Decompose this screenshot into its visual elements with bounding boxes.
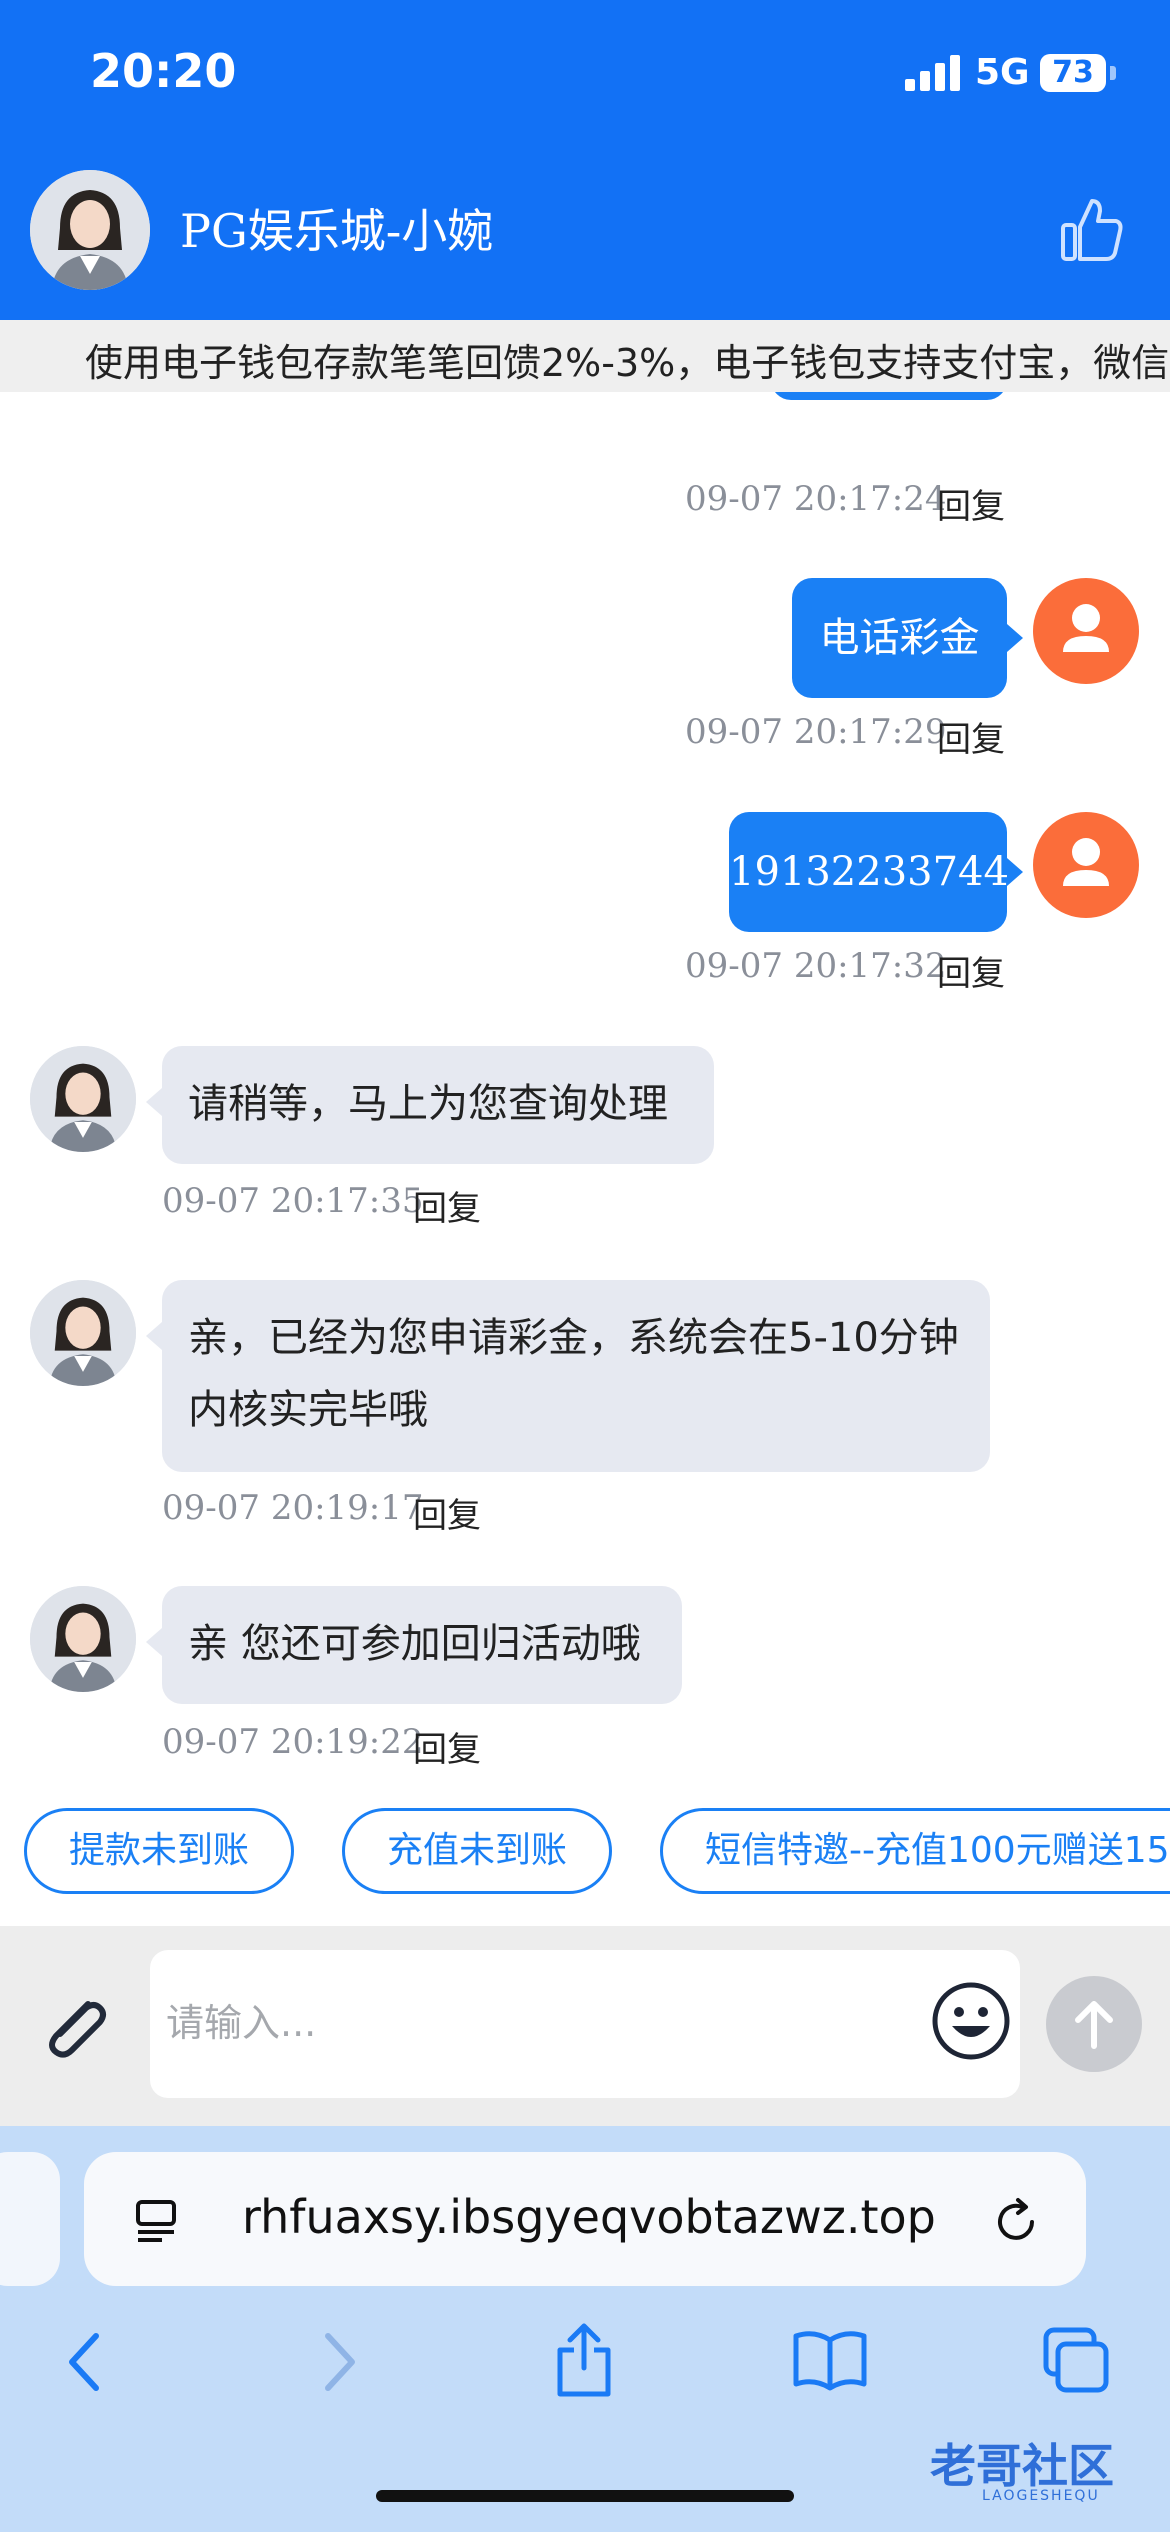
message-bubble-outgoing: 19132233744 (729, 812, 1009, 932)
agent-avatar-small (30, 1046, 136, 1152)
tabs-icon[interactable] (1040, 2326, 1112, 2396)
watermark-logo: 老哥社区 (930, 2439, 1114, 2493)
previous-tab[interactable] (0, 2152, 60, 2286)
agent-name: PG娱乐城-小婉 (180, 204, 494, 258)
user-avatar (1033, 578, 1139, 684)
watermark-subtitle: LAOGESHEQU (982, 2488, 1100, 2504)
bubble-tail (146, 1322, 162, 1350)
quick-reply-withdraw[interactable]: 提款未到账 (24, 1808, 294, 1894)
bubble-tail (146, 1088, 162, 1116)
chat-messages[interactable]: 228578362 09-07 20:17:24 回复 电话彩金 09-07 2… (0, 392, 1170, 1774)
message-bubble-incoming: 请稍等，马上为您查询处理 (162, 1046, 714, 1164)
notice-text: 使用电子钱包存款笔笔回馈2%-3%，电子钱包支持支付宝，微信 (85, 341, 1170, 385)
message-time: 09-07 20:17:29 (685, 712, 947, 752)
quick-reply-deposit[interactable]: 充值未到账 (342, 1808, 612, 1894)
agent-avatar-small (30, 1586, 136, 1692)
agent-avatar-small (30, 1280, 136, 1386)
home-indicator (376, 2490, 794, 2502)
reload-icon[interactable] (992, 2196, 1042, 2246)
message-time: 09-07 20:17:35 (162, 1181, 424, 1221)
back-icon[interactable] (60, 2330, 110, 2394)
user-icon (1063, 604, 1109, 652)
message-time: 09-07 20:17:32 (685, 946, 947, 986)
message-time: 09-07 20:19:17 (162, 1488, 424, 1528)
user-avatar (1033, 812, 1139, 918)
message-time: 09-07 20:17:24 (685, 479, 947, 519)
reply-button[interactable]: 回复 (413, 1722, 481, 1771)
network-label: 5G (975, 52, 1030, 93)
bubble-tail (1007, 624, 1023, 652)
reply-button[interactable]: 回复 (413, 1181, 481, 1230)
message-bubble-outgoing: 228578362 (771, 392, 1007, 400)
reply-button[interactable]: 回复 (937, 712, 1005, 761)
battery-icon: 73 (1040, 54, 1106, 92)
message-bubble-outgoing: 电话彩金 (792, 578, 1007, 698)
user-icon (1063, 838, 1109, 886)
reply-button[interactable]: 回复 (937, 479, 1005, 528)
thumbs-up-icon[interactable] (1060, 195, 1124, 263)
reply-button[interactable]: 回复 (937, 946, 1005, 995)
message-bubble-incoming: 亲 您还可参加回归活动哦 (162, 1586, 682, 1704)
bookmarks-icon[interactable] (792, 2328, 868, 2392)
smiley-icon[interactable] (930, 1980, 1012, 2062)
quick-reply-promo[interactable]: 短信特邀--充值100元赠送158元 (660, 1808, 1170, 1894)
send-arrow-icon (1075, 2001, 1113, 2049)
message-bubble-incoming: 亲，已经为您申请彩金，系统会在5-10分钟内核实完毕哦 (162, 1280, 990, 1472)
page-menu-icon[interactable] (134, 2196, 182, 2244)
notice-marquee: 使用电子钱包存款笔笔回馈2%-3%，电子钱包支持支付宝，微信 (0, 320, 1170, 392)
signal-icon (905, 55, 960, 91)
bubble-tail (1007, 858, 1023, 886)
status-time: 20:20 (90, 44, 237, 98)
share-icon[interactable] (552, 2320, 616, 2400)
quick-replies: 提款未到账 充值未到账 短信特邀--充值100元赠送158元 (0, 1774, 1170, 1926)
message-time: 09-07 20:19:22 (162, 1722, 424, 1762)
send-button[interactable] (1046, 1976, 1142, 2072)
agent-avatar[interactable] (30, 170, 150, 290)
bubble-tail (146, 1628, 162, 1656)
reply-button[interactable]: 回复 (413, 1488, 481, 1537)
paperclip-icon[interactable] (36, 1986, 116, 2066)
input-placeholder: 请输入... (166, 2001, 317, 2045)
battery-tip (1110, 66, 1116, 80)
url-text: rhfuaxsy.ibsgyeqvobtazwz.top (242, 2190, 936, 2244)
forward-icon[interactable] (314, 2330, 364, 2394)
